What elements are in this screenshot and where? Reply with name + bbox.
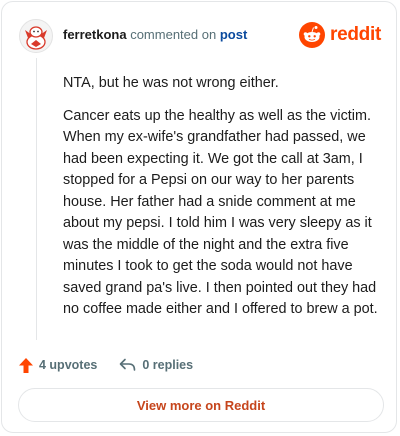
reddit-snoo-icon xyxy=(299,22,326,48)
comment-card: ferretkona commented on post reddit NTA,… xyxy=(1,1,397,433)
comment-paragraph: Cancer eats up the healthy as well as th… xyxy=(63,107,378,318)
comment-paragraph: NTA, but he was not wrong either. xyxy=(63,75,279,91)
user-avatar-icon[interactable] xyxy=(19,19,53,53)
comment-actions: 4 upvotes 0 replies xyxy=(19,354,215,376)
reply-arrow-icon xyxy=(120,358,136,371)
comment-meta: ferretkona commented on post xyxy=(63,27,247,42)
reddit-logo[interactable]: reddit xyxy=(299,22,381,48)
upvote-count: 4 upvotes xyxy=(39,358,98,372)
commented-on-text: commented on xyxy=(130,27,217,42)
reddit-wordmark: reddit xyxy=(330,24,381,45)
username-link[interactable]: ferretkona xyxy=(63,27,127,42)
reply-button[interactable]: 0 replies xyxy=(119,358,193,372)
view-more-button[interactable]: View more on Reddit xyxy=(18,388,384,422)
reply-count: 0 replies xyxy=(142,358,194,372)
comment-header: ferretkona commented on post reddit xyxy=(2,2,396,62)
post-link[interactable]: post xyxy=(220,27,247,42)
upvote-button[interactable]: 4 upvotes xyxy=(19,357,98,373)
thread-line xyxy=(36,58,37,340)
upvote-arrow-icon xyxy=(19,357,33,373)
comment-body: NTA, but he was not wrong either. Cancer… xyxy=(63,73,381,332)
